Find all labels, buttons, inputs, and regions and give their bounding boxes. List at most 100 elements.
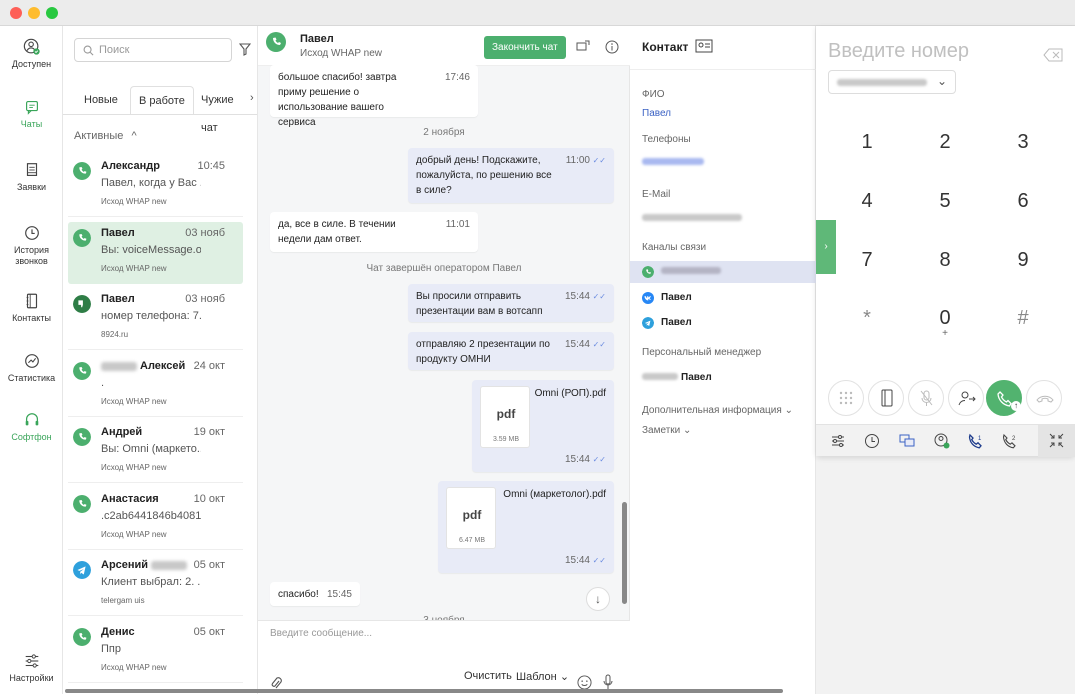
chat-list-panel: Поиск Новые В работе Чужие чат › Активны… [63, 26, 258, 694]
tab-new[interactable]: Новые [76, 86, 126, 114]
chat-list-item[interactable]: Алексей 24 окт . Исход WHAP new [68, 355, 243, 417]
nav-item-tickets[interactable]: Заявки [0, 161, 63, 192]
extra-info-toggle[interactable]: Дополнительная информация ⌄ [642, 405, 793, 416]
dial-key-2[interactable]: 2 [925, 131, 965, 154]
nav-item-statistics[interactable]: Статистика [0, 352, 63, 383]
message-file[interactable]: Omni (маркетолог).pdf pdf 6.47 MB 15:44 … [438, 481, 614, 573]
chat-list-item-selected[interactable]: Павел 03 нояб Вы: voiceMessage.o... Исхо… [68, 222, 243, 284]
phone-number-input[interactable]: Введите номер [828, 40, 969, 63]
tabs-scroll-right-icon[interactable]: › [250, 92, 254, 104]
line-1-phone-icon[interactable]: 1 [968, 433, 984, 449]
notes-toggle[interactable]: Заметки ⌄ [642, 425, 691, 436]
chat-list-item[interactable]: Андрей 19 окт Вы: Omni (маркето... Исход… [68, 421, 243, 483]
emoji-icon[interactable] [577, 675, 592, 690]
backspace-icon[interactable] [1043, 48, 1063, 62]
dial-key-9[interactable]: 9 [1003, 249, 1043, 272]
nav-item-contacts[interactable]: Контакты [0, 292, 63, 323]
dial-key-star[interactable]: * [847, 307, 887, 330]
country-code-select[interactable]: ⌄ [828, 70, 956, 94]
phonebook-button[interactable] [868, 380, 904, 416]
tab-others-chats[interactable]: Чужие чат [193, 86, 257, 134]
dial-key-7[interactable]: 7 [847, 249, 887, 272]
chat-item-name: Александр [101, 160, 160, 172]
clear-button[interactable]: Очистить [464, 670, 512, 682]
nav-item-settings[interactable]: Настройки [0, 652, 63, 683]
hangup-button[interactable] [1026, 380, 1062, 416]
dial-key-5[interactable]: 5 [925, 190, 965, 213]
redacted-text [837, 79, 927, 86]
minimize-window-button[interactable] [28, 7, 40, 19]
chats-icon[interactable] [899, 433, 915, 449]
chat-list-item[interactable]: Арсений 05 окт Клиент выбрал: 2. ... tel… [68, 554, 243, 616]
chat-item-source: Исход WHAP new [101, 663, 167, 672]
transfer-chat-icon[interactable] [576, 40, 590, 54]
channel-telegram[interactable]: Павел [630, 312, 816, 334]
end-chat-button[interactable]: Закончить чат [484, 36, 566, 59]
clock-icon [24, 226, 39, 240]
dial-key-4[interactable]: 4 [847, 190, 887, 213]
message-time: 15:45 [326, 589, 352, 600]
contact-card-icon[interactable] [695, 39, 713, 53]
chat-scrollbar[interactable] [622, 502, 627, 604]
svg-text:1: 1 [978, 436, 982, 442]
info-icon[interactable] [605, 40, 619, 54]
manager-value[interactable]: Павел [642, 372, 712, 383]
chat-list-item[interactable]: Александр 10:45 Павел, когда у Вас ... И… [68, 155, 243, 217]
close-window-button[interactable] [10, 7, 22, 19]
sliders-icon[interactable] [830, 433, 846, 449]
channel-whatsapp[interactable] [630, 261, 816, 283]
chat-list-item[interactable]: Павел 03 нояб номер телефона: 7... 8924.… [68, 288, 243, 350]
nav-item-softphone[interactable]: Софтфон [0, 411, 63, 442]
horizontal-scrollbar[interactable] [65, 689, 783, 693]
tab-in-progress[interactable]: В работе [130, 86, 194, 114]
scroll-down-button[interactable]: ↓ [586, 587, 610, 611]
nav-item-call-history[interactable]: История звонков [0, 224, 63, 267]
phone-value-redacted[interactable] [642, 157, 704, 168]
fio-value[interactable]: Павел [642, 108, 671, 119]
mute-button[interactable] [908, 380, 944, 416]
dial-key-6[interactable]: 6 [1003, 190, 1043, 213]
message-text: большое спасибо! завтра приму решение о … [278, 72, 397, 128]
channels-label: Каналы связи [642, 242, 707, 253]
channel-vk[interactable]: Павел [630, 287, 816, 309]
dial-key-0[interactable]: 0 + [925, 307, 965, 339]
collapse-dialer-button[interactable] [1038, 425, 1075, 457]
filter-icon[interactable] [239, 43, 251, 56]
dial-key-3[interactable]: 3 [1003, 131, 1043, 154]
chat-list-item[interactable]: Анастасия 10 окт .c2ab6441846b4081... Ис… [68, 488, 243, 550]
chat-item-date: 10:45 [197, 160, 225, 172]
call-button[interactable]: ↑ [986, 380, 1022, 416]
section-active[interactable]: Активные ^ [74, 130, 137, 142]
notes-label: Заметки [642, 425, 681, 436]
dial-key-hash[interactable]: # [1003, 307, 1043, 330]
keypad-toggle-button[interactable] [828, 380, 864, 416]
message-composer[interactable]: Введите сообщение... Очистить Шаблон ⌄ [258, 620, 630, 694]
nav-label-call-history: История звонков [14, 245, 49, 266]
attach-icon[interactable] [270, 676, 282, 690]
dial-key-8[interactable]: 8 [925, 249, 965, 272]
chat-item-name-text: Арсений [101, 559, 149, 571]
microphone-icon[interactable] [602, 674, 614, 690]
chat-item-preview: Павел, когда у Вас ... [101, 177, 201, 189]
thumbs-down-icon [73, 295, 91, 313]
pdf-file-icon[interactable]: pdf 3.59 MB [480, 386, 530, 448]
user-status-icon[interactable] [934, 433, 950, 449]
chat-list-item[interactable]: Денис 05 окт Ппр Исход WHAP new [68, 621, 243, 683]
line-2-phone-icon[interactable]: 2 [1002, 433, 1018, 449]
chat-item-source: Исход WHAP new [101, 197, 167, 206]
transfer-call-button[interactable] [948, 380, 984, 416]
redacted-text [151, 560, 188, 570]
dial-key-1[interactable]: 1 [847, 131, 887, 154]
nav-item-status[interactable]: Доступен [0, 38, 63, 69]
search-input[interactable]: Поиск [74, 38, 232, 62]
expand-contact-tab[interactable]: › [816, 220, 836, 274]
template-dropdown[interactable]: Шаблон ⌄ [516, 670, 569, 683]
message-file[interactable]: Omni (РОП).pdf pdf 3.59 MB 15:44 ✓✓ [472, 380, 614, 472]
clock-icon[interactable] [864, 433, 880, 449]
email-value-redacted[interactable] [642, 213, 742, 224]
pdf-file-icon[interactable]: pdf 6.47 MB [446, 487, 496, 549]
nav-item-chats[interactable]: Чаты [0, 98, 63, 129]
chat-item-preview: Вы: Omni (маркето... [101, 443, 201, 455]
chat-item-name: Арсений [101, 559, 190, 571]
zoom-window-button[interactable] [46, 7, 58, 19]
